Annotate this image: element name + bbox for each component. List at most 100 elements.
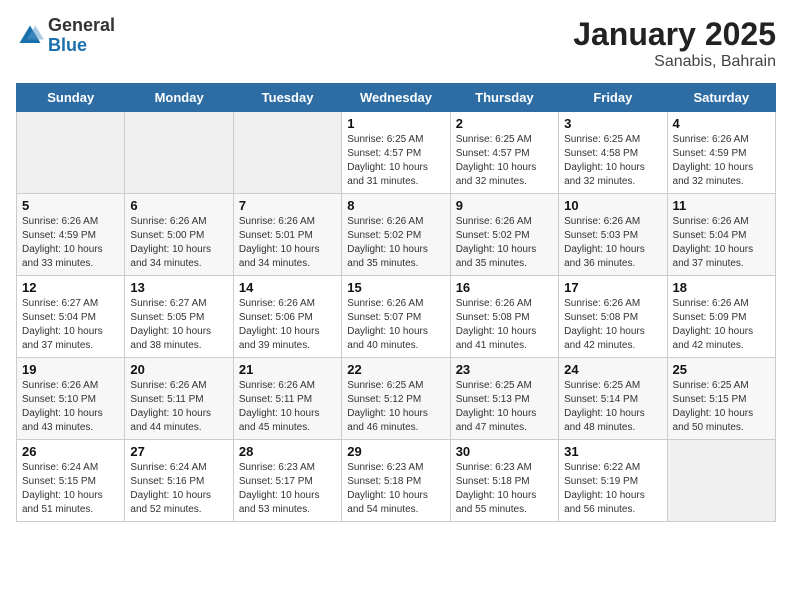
day-info: Sunrise: 6:26 AM Sunset: 5:02 PM Dayligh… bbox=[456, 215, 553, 271]
calendar-cell: 2Sunrise: 6:25 AM Sunset: 4:57 PM Daylig… bbox=[450, 112, 558, 194]
day-number: 10 bbox=[564, 198, 661, 213]
page-header: General Blue January 2025 Sanabis, Bahra… bbox=[16, 16, 776, 71]
day-info: Sunrise: 6:25 AM Sunset: 5:12 PM Dayligh… bbox=[347, 379, 444, 435]
calendar-cell bbox=[125, 112, 233, 194]
day-number: 9 bbox=[456, 198, 553, 213]
day-number: 16 bbox=[456, 280, 553, 295]
calendar-cell: 25Sunrise: 6:25 AM Sunset: 5:15 PM Dayli… bbox=[667, 358, 775, 440]
logo: General Blue bbox=[16, 16, 115, 56]
day-number: 19 bbox=[22, 362, 119, 377]
day-number: 7 bbox=[239, 198, 336, 213]
day-info: Sunrise: 6:24 AM Sunset: 5:16 PM Dayligh… bbox=[130, 461, 227, 517]
day-number: 27 bbox=[130, 444, 227, 459]
day-info: Sunrise: 6:26 AM Sunset: 5:08 PM Dayligh… bbox=[564, 297, 661, 353]
calendar-week-row: 26 Sunrise: 6:24 AM Sunset: 5:15 PM Dayli… bbox=[17, 440, 776, 522]
day-info: Sunrise: 6:26 AM Sunset: 5:00 PM Dayligh… bbox=[130, 215, 227, 271]
calendar-week-row: 19Sunrise: 6:26 AM Sunset: 5:10 PM Dayli… bbox=[17, 358, 776, 440]
day-info: Sunrise: 6:26 AM Sunset: 5:09 PM Dayligh… bbox=[673, 297, 770, 353]
logo-general-text: General bbox=[48, 15, 115, 35]
calendar-cell: 6 Sunrise: 6:26 AM Sunset: 5:00 PM Daylig… bbox=[125, 194, 233, 276]
calendar-week-row: 1Sunrise: 6:25 AM Sunset: 4:57 PM Daylig… bbox=[17, 112, 776, 194]
day-info: Sunrise: 6:26 AM Sunset: 5:04 PM Dayligh… bbox=[673, 215, 770, 271]
weekday-header: Friday bbox=[559, 84, 667, 112]
day-number: 21 bbox=[239, 362, 336, 377]
day-number: 1 bbox=[347, 116, 444, 131]
calendar-subtitle: Sanabis, Bahrain bbox=[573, 53, 776, 71]
calendar-cell: 27 Sunrise: 6:24 AM Sunset: 5:16 PM Dayli… bbox=[125, 440, 233, 522]
calendar-cell: 10 Sunrise: 6:26 AM Sunset: 5:03 PM Dayli… bbox=[559, 194, 667, 276]
day-number: 5 bbox=[22, 198, 119, 213]
day-info: Sunrise: 6:26 AM Sunset: 5:01 PM Dayligh… bbox=[239, 215, 336, 271]
calendar-cell: 13 Sunrise: 6:27 AM Sunset: 5:05 PM Dayli… bbox=[125, 276, 233, 358]
calendar-cell: 18 Sunrise: 6:26 AM Sunset: 5:09 PM Dayli… bbox=[667, 276, 775, 358]
day-number: 15 bbox=[347, 280, 444, 295]
calendar-cell: 14 Sunrise: 6:26 AM Sunset: 5:06 PM Dayli… bbox=[233, 276, 341, 358]
day-number: 3 bbox=[564, 116, 661, 131]
calendar-cell: 15 Sunrise: 6:26 AM Sunset: 5:07 PM Dayli… bbox=[342, 276, 450, 358]
calendar-cell: 31Sunrise: 6:22 AM Sunset: 5:19 PM Dayli… bbox=[559, 440, 667, 522]
day-info: Sunrise: 6:26 AM Sunset: 5:11 PM Dayligh… bbox=[239, 379, 336, 435]
day-number: 26 bbox=[22, 444, 119, 459]
weekday-header: Sunday bbox=[17, 84, 125, 112]
weekday-header: Thursday bbox=[450, 84, 558, 112]
calendar-cell: 17 Sunrise: 6:26 AM Sunset: 5:08 PM Dayli… bbox=[559, 276, 667, 358]
calendar-cell: 16 Sunrise: 6:26 AM Sunset: 5:08 PM Dayli… bbox=[450, 276, 558, 358]
day-number: 30 bbox=[456, 444, 553, 459]
title-block: January 2025 Sanabis, Bahrain bbox=[573, 16, 776, 71]
day-info: Sunrise: 6:26 AM Sunset: 4:59 PM Dayligh… bbox=[22, 215, 119, 271]
calendar-cell: 9 Sunrise: 6:26 AM Sunset: 5:02 PM Daylig… bbox=[450, 194, 558, 276]
day-info: Sunrise: 6:25 AM Sunset: 4:58 PM Dayligh… bbox=[564, 133, 661, 189]
day-number: 22 bbox=[347, 362, 444, 377]
calendar-cell: 3 Sunrise: 6:25 AM Sunset: 4:58 PM Daylig… bbox=[559, 112, 667, 194]
calendar-cell: 8Sunrise: 6:26 AM Sunset: 5:02 PM Daylig… bbox=[342, 194, 450, 276]
day-number: 18 bbox=[673, 280, 770, 295]
calendar-cell: 21 Sunrise: 6:26 AM Sunset: 5:11 PM Dayli… bbox=[233, 358, 341, 440]
day-info: Sunrise: 6:23 AM Sunset: 5:18 PM Dayligh… bbox=[347, 461, 444, 517]
day-info: Sunrise: 6:27 AM Sunset: 5:05 PM Dayligh… bbox=[130, 297, 227, 353]
day-number: 6 bbox=[130, 198, 227, 213]
calendar-cell: 23Sunrise: 6:25 AM Sunset: 5:13 PM Dayli… bbox=[450, 358, 558, 440]
calendar-week-row: 12Sunrise: 6:27 AM Sunset: 5:04 PM Dayli… bbox=[17, 276, 776, 358]
day-info: Sunrise: 6:26 AM Sunset: 5:11 PM Dayligh… bbox=[130, 379, 227, 435]
logo-blue-text: Blue bbox=[48, 35, 87, 55]
day-info: Sunrise: 6:25 AM Sunset: 5:13 PM Dayligh… bbox=[456, 379, 553, 435]
calendar-cell: 5 Sunrise: 6:26 AM Sunset: 4:59 PM Daylig… bbox=[17, 194, 125, 276]
day-number: 20 bbox=[130, 362, 227, 377]
day-number: 2 bbox=[456, 116, 553, 131]
calendar-cell: 12Sunrise: 6:27 AM Sunset: 5:04 PM Dayli… bbox=[17, 276, 125, 358]
calendar-cell: 30Sunrise: 6:23 AM Sunset: 5:18 PM Dayli… bbox=[450, 440, 558, 522]
weekday-header: Saturday bbox=[667, 84, 775, 112]
day-number: 25 bbox=[673, 362, 770, 377]
calendar-title: January 2025 bbox=[573, 16, 776, 53]
day-info: Sunrise: 6:23 AM Sunset: 5:17 PM Dayligh… bbox=[239, 461, 336, 517]
calendar-cell: 24 Sunrise: 6:25 AM Sunset: 5:14 PM Dayli… bbox=[559, 358, 667, 440]
day-info: Sunrise: 6:26 AM Sunset: 5:03 PM Dayligh… bbox=[564, 215, 661, 271]
day-info: Sunrise: 6:24 AM Sunset: 5:15 PM Dayligh… bbox=[22, 461, 119, 517]
calendar-cell bbox=[17, 112, 125, 194]
day-number: 13 bbox=[130, 280, 227, 295]
day-info: Sunrise: 6:26 AM Sunset: 5:07 PM Dayligh… bbox=[347, 297, 444, 353]
day-number: 4 bbox=[673, 116, 770, 131]
calendar-cell: 4Sunrise: 6:26 AM Sunset: 4:59 PM Daylig… bbox=[667, 112, 775, 194]
calendar-cell: 26 Sunrise: 6:24 AM Sunset: 5:15 PM Dayli… bbox=[17, 440, 125, 522]
calendar-cell: 11Sunrise: 6:26 AM Sunset: 5:04 PM Dayli… bbox=[667, 194, 775, 276]
weekday-header: Wednesday bbox=[342, 84, 450, 112]
weekday-header: Tuesday bbox=[233, 84, 341, 112]
calendar-cell: 22 Sunrise: 6:25 AM Sunset: 5:12 PM Dayli… bbox=[342, 358, 450, 440]
day-info: Sunrise: 6:22 AM Sunset: 5:19 PM Dayligh… bbox=[564, 461, 661, 517]
day-number: 14 bbox=[239, 280, 336, 295]
day-number: 24 bbox=[564, 362, 661, 377]
day-info: Sunrise: 6:26 AM Sunset: 5:06 PM Dayligh… bbox=[239, 297, 336, 353]
day-info: Sunrise: 6:27 AM Sunset: 5:04 PM Dayligh… bbox=[22, 297, 119, 353]
day-number: 8 bbox=[347, 198, 444, 213]
day-number: 29 bbox=[347, 444, 444, 459]
day-info: Sunrise: 6:26 AM Sunset: 5:08 PM Dayligh… bbox=[456, 297, 553, 353]
calendar-cell: 7 Sunrise: 6:26 AM Sunset: 5:01 PM Daylig… bbox=[233, 194, 341, 276]
day-number: 17 bbox=[564, 280, 661, 295]
calendar-cell bbox=[667, 440, 775, 522]
calendar-cell: 28Sunrise: 6:23 AM Sunset: 5:17 PM Dayli… bbox=[233, 440, 341, 522]
calendar-cell: 1Sunrise: 6:25 AM Sunset: 4:57 PM Daylig… bbox=[342, 112, 450, 194]
calendar-week-row: 5 Sunrise: 6:26 AM Sunset: 4:59 PM Daylig… bbox=[17, 194, 776, 276]
day-info: Sunrise: 6:25 AM Sunset: 5:14 PM Dayligh… bbox=[564, 379, 661, 435]
calendar-cell bbox=[233, 112, 341, 194]
